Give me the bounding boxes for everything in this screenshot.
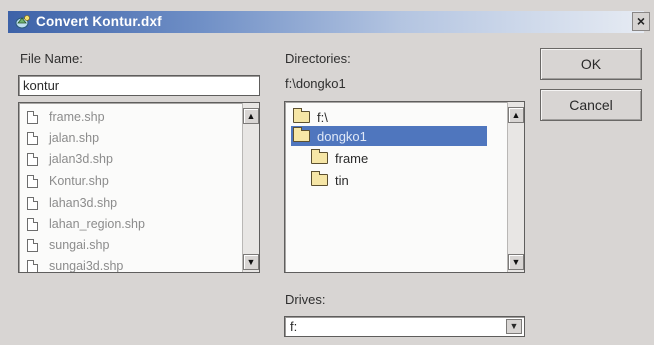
scroll-down-button[interactable]: ▼ <box>508 254 524 270</box>
file-icon <box>27 174 38 188</box>
drives-value: f: <box>290 319 298 334</box>
close-button[interactable]: × <box>632 12 650 31</box>
directory-item-frame[interactable]: frame <box>311 148 368 168</box>
file-item[interactable]: frame.shp <box>27 107 105 127</box>
scroll-up-button[interactable]: ▲ <box>508 107 524 123</box>
file-icon <box>27 110 38 124</box>
open-folder-icon <box>293 108 310 123</box>
drives-label: Drives: <box>285 292 326 307</box>
drives-select[interactable]: f: ▼ <box>284 316 525 337</box>
open-folder-icon <box>293 127 310 142</box>
directory-list-scrollbar[interactable]: ▲ ▼ <box>507 102 524 272</box>
file-name-value: kontur <box>23 78 60 93</box>
file-icon <box>27 131 38 145</box>
file-item[interactable]: sungai.shp <box>27 235 109 255</box>
file-icon <box>27 152 38 166</box>
folder-icon <box>311 171 328 186</box>
convert-dialog: Convert Kontur.dxf × File Name: kontur f… <box>0 0 654 345</box>
ok-button[interactable]: OK <box>540 48 642 80</box>
file-item[interactable]: sungai3d.shp <box>27 256 123 272</box>
folder-icon <box>311 149 328 164</box>
current-path: f:\dongko1 <box>285 76 346 91</box>
window-title: Convert Kontur.dxf <box>36 14 162 29</box>
title-bar[interactable]: Convert Kontur.dxf × <box>8 11 650 33</box>
file-list[interactable]: frame.shp jalan.shp jalan3d.shp Kontur.s… <box>18 102 260 273</box>
file-icon <box>27 259 38 272</box>
cancel-button[interactable]: Cancel <box>540 89 642 121</box>
file-list-items: frame.shp jalan.shp jalan3d.shp Kontur.s… <box>19 103 242 272</box>
file-name-input[interactable]: kontur <box>18 75 260 96</box>
file-item[interactable]: jalan3d.shp <box>27 149 113 169</box>
directory-item-tin[interactable]: tin <box>311 170 349 190</box>
file-item[interactable]: Kontur.shp <box>27 171 109 191</box>
file-icon <box>27 238 38 252</box>
directory-list[interactable]: f:\ dongko1 frame tin ▲ ▼ <box>284 101 525 273</box>
directories-label: Directories: <box>285 51 351 66</box>
file-item[interactable]: lahan3d.shp <box>27 193 117 213</box>
file-icon <box>27 196 38 210</box>
directory-item-dongko1[interactable]: dongko1 <box>291 126 487 146</box>
file-name-label: File Name: <box>20 51 83 66</box>
file-item[interactable]: lahan_region.shp <box>27 214 145 234</box>
file-item[interactable]: jalan.shp <box>27 128 99 148</box>
chevron-down-icon[interactable]: ▼ <box>506 319 522 334</box>
scroll-up-button[interactable]: ▲ <box>243 108 259 124</box>
directory-item-root[interactable]: f:\ <box>293 107 328 127</box>
file-icon <box>27 217 38 231</box>
file-list-scrollbar[interactable]: ▲ ▼ <box>242 103 259 272</box>
directory-list-items: f:\ dongko1 frame tin <box>285 102 507 272</box>
scroll-down-button[interactable]: ▼ <box>243 254 259 270</box>
convert-icon <box>15 15 30 29</box>
